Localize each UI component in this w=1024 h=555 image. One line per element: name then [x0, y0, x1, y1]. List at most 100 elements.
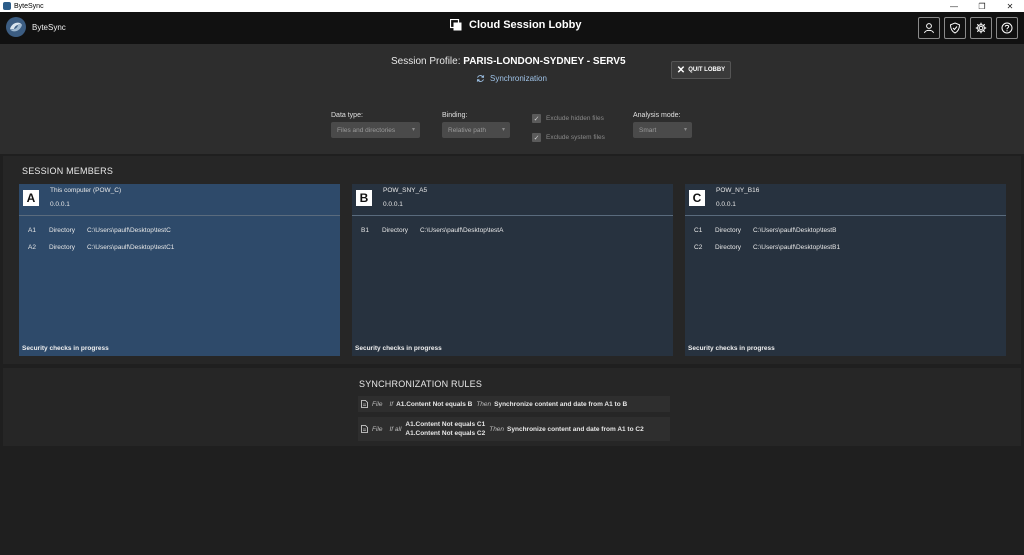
app-name: ByteSync [32, 22, 66, 32]
member-card-a[interactable]: A This computer (POW_C) 0.0.0.1 A1 Direc… [19, 184, 340, 356]
part-kind: Directory [715, 244, 742, 251]
rule-conditions: A1.Content Not equals C1 A1.Content Not … [405, 420, 485, 438]
header-buttons [918, 17, 1018, 39]
help-button[interactable] [996, 17, 1018, 39]
page-title-text: Cloud Session Lobby [469, 19, 582, 31]
session-profile-title: Session Profile: PARIS-LONDON-SYDNEY - S… [391, 56, 626, 67]
security-button[interactable] [944, 17, 966, 39]
file-icon [361, 400, 368, 408]
sync-rule[interactable]: File If all A1.Content Not equals C1 A1.… [358, 417, 670, 441]
rule-action: Synchronize content and date from A1 to … [494, 400, 628, 408]
help-icon [1001, 22, 1013, 34]
session-members-title: SESSION MEMBERS [22, 166, 114, 176]
file-icon [361, 425, 368, 433]
analysis-mode-label: Analysis mode: [633, 112, 681, 119]
session-profile-name: PARIS-LONDON-SYDNEY - SERV5 [463, 56, 626, 67]
session-members-panel: SESSION MEMBERS A This computer (POW_C) … [3, 156, 1021, 364]
part-path: C:\Users\paulf\Desktop\testC1 [87, 244, 175, 251]
maximize-button[interactable]: ❐ [968, 0, 996, 12]
binding-value: Relative path [448, 126, 486, 134]
window-titlebar: ByteSync — ❐ ✕ [0, 0, 1024, 12]
cloud-session-icon [450, 19, 462, 31]
profile-button[interactable] [918, 17, 940, 39]
data-type-select[interactable]: Files and directories ▾ [331, 122, 420, 138]
rule-condition: A1.Content Not equals C2 [405, 430, 486, 437]
quit-lobby-button[interactable]: ✕ QUIT LOBBY [671, 61, 731, 79]
rule-then: Then [476, 400, 492, 408]
settings-button[interactable] [970, 17, 992, 39]
part-path: C:\Users\paulf\Desktop\testB [753, 227, 837, 234]
app-header: ByteSync Cloud Session Lobby [0, 12, 1024, 44]
data-type-value: Files and directories [337, 126, 396, 134]
window-title: ByteSync [14, 2, 44, 10]
session-profile-panel: Session Profile: PARIS-LONDON-SYDNEY - S… [0, 44, 1024, 154]
analysis-mode-option: Analysis mode: Smart ▾ [633, 112, 692, 138]
exclude-hidden-label: Exclude hidden files [546, 115, 604, 122]
part-row: A1 Directory C:\Users\paulf\Desktop\test… [28, 227, 171, 234]
quit-lobby-label: QUIT LOBBY [688, 67, 726, 73]
member-status: Security checks in progress [355, 345, 442, 352]
member-card-c[interactable]: C POW_NY_B16 0.0.0.1 C1 Directory C:\Use… [685, 184, 1006, 356]
divider [19, 215, 340, 216]
sync-icon [476, 75, 485, 82]
member-letter: B [356, 190, 372, 206]
part-row: C1 Directory C:\Users\paulf\Desktop\test… [694, 227, 836, 234]
chevron-down-icon: ▾ [411, 127, 415, 133]
close-button[interactable]: ✕ [996, 0, 1024, 12]
data-type-label: Data type: [331, 112, 363, 119]
member-name: This computer (POW_C) [50, 187, 122, 194]
part-code: A2 [28, 244, 36, 251]
exclude-hidden-checkbox[interactable]: ✓ Exclude hidden files [532, 114, 604, 123]
binding-label: Binding: [442, 112, 468, 119]
app-logo: ByteSync [5, 16, 66, 38]
minimize-button[interactable]: — [940, 0, 968, 12]
rule-condition: A1.Content Not equals C1 [405, 421, 486, 428]
part-row: A2 Directory C:\Users\paulf\Desktop\test… [28, 244, 174, 251]
part-code: B1 [361, 227, 369, 234]
member-name: POW_NY_B16 [716, 187, 760, 194]
divider [352, 215, 673, 216]
analysis-mode-select[interactable]: Smart ▾ [633, 122, 692, 138]
member-address: 0.0.0.1 [50, 201, 70, 208]
part-row: B1 Directory C:\Users\paulf\Desktop\test… [361, 227, 503, 234]
rule-scope: File [372, 400, 383, 408]
part-kind: Directory [49, 227, 76, 234]
member-status: Security checks in progress [22, 345, 109, 352]
exclude-system-label: Exclude system files [546, 134, 605, 141]
member-status: Security checks in progress [688, 345, 775, 352]
chevron-down-icon: ▾ [683, 127, 687, 133]
checkmark-icon: ✓ [532, 114, 541, 123]
page-title: Cloud Session Lobby [450, 19, 581, 31]
part-code: C1 [694, 227, 703, 234]
part-kind: Directory [382, 227, 409, 234]
data-type-option: Data type: Files and directories ▾ [331, 112, 420, 138]
part-row: C2 Directory C:\Users\paulf\Desktop\test… [694, 244, 840, 251]
synchronization-rules-panel: SYNCHRONIZATION RULES File If A1.Content… [3, 368, 1021, 446]
bytesync-logo-icon [6, 17, 26, 37]
member-letter: C [689, 190, 705, 206]
analysis-mode-value: Smart [639, 126, 657, 134]
part-path: C:\Users\paulf\Desktop\testB1 [753, 244, 841, 251]
binding-select[interactable]: Relative path ▾ [442, 122, 510, 138]
member-letter: A [23, 190, 39, 206]
gear-icon [975, 22, 987, 34]
checkmark-icon: ✓ [532, 133, 541, 142]
session-mode-label: Synchronization [490, 74, 547, 83]
session-mode: Synchronization [476, 74, 547, 83]
member-address: 0.0.0.1 [716, 201, 736, 208]
user-icon [924, 23, 934, 34]
sync-rule[interactable]: File If A1.Content Not equals B Then Syn… [358, 396, 670, 412]
synchronization-rules-title: SYNCHRONIZATION RULES [359, 379, 483, 389]
rule-if: If all [389, 425, 402, 433]
member-card-b[interactable]: B POW_SNY_A5 0.0.0.1 B1 Directory C:\Use… [352, 184, 673, 356]
exclude-system-checkbox[interactable]: ✓ Exclude system files [532, 133, 605, 142]
member-name: POW_SNY_A5 [383, 187, 428, 194]
divider [685, 215, 1006, 216]
member-address: 0.0.0.1 [383, 201, 403, 208]
rule-condition: A1.Content Not equals B [396, 400, 473, 408]
app-icon [3, 2, 11, 10]
chevron-down-icon: ▾ [501, 127, 505, 133]
rule-then: Then [489, 425, 505, 433]
part-kind: Directory [715, 227, 742, 234]
part-code: A1 [28, 227, 36, 234]
